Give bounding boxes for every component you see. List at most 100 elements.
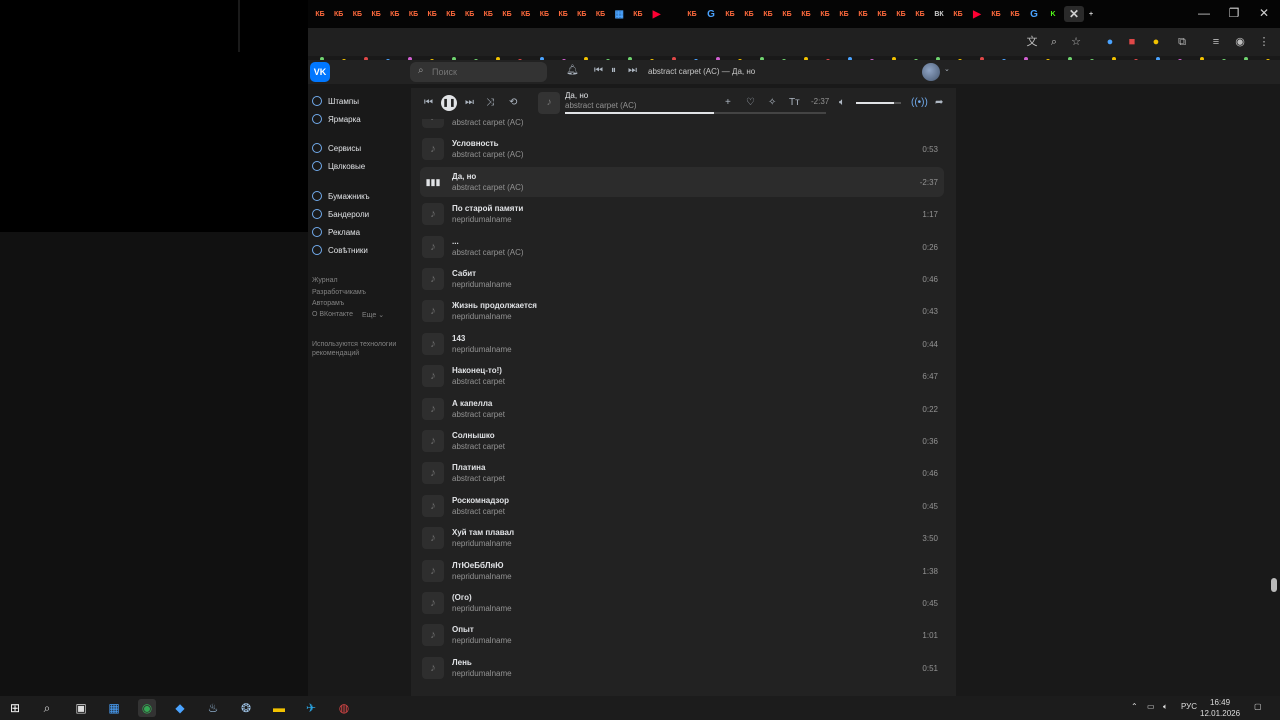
- extensions-puzzle-icon[interactable]: ⧉: [1174, 34, 1190, 50]
- browser-tab-favicon[interactable]: ВК: [931, 6, 947, 22]
- track-row[interactable]: ♪ Роскомнадзор abstract carpet 0:45: [420, 491, 944, 521]
- share-icon[interactable]: ➦: [935, 97, 943, 108]
- browser-tab-favicon[interactable]: G: [1026, 6, 1042, 22]
- track-row[interactable]: ♪... abstract carpet (AC) 0:26: [420, 232, 944, 262]
- track-artist[interactable]: nepridumalname: [452, 539, 512, 548]
- browser-tab-favicon[interactable]: КБ: [798, 6, 814, 22]
- volume-icon[interactable]: 🔈︎: [839, 97, 845, 108]
- scrollbar-thumb[interactable]: [1271, 578, 1277, 592]
- track-artist[interactable]: nepridumalname: [452, 215, 512, 224]
- task-view-icon[interactable]: ▣: [72, 699, 90, 717]
- track-row[interactable]: ♪ abstract carpet (AC): [420, 119, 944, 132]
- browser-tab-favicon[interactable]: КБ: [855, 6, 871, 22]
- track-artist[interactable]: abstract carpet: [452, 410, 505, 419]
- sidebar-item[interactable]: Ярмарка: [312, 111, 361, 127]
- search-input[interactable]: [432, 65, 542, 79]
- pause-icon[interactable]: ⏸: [611, 65, 616, 76]
- browser-tab-favicon[interactable]: КБ: [630, 6, 646, 22]
- new-tab-button[interactable]: +: [1083, 6, 1099, 22]
- player-track-artist[interactable]: abstract carpet (AC): [565, 101, 637, 110]
- next-track-icon[interactable]: ⏭: [628, 65, 637, 76]
- chevron-down-icon[interactable]: ⌄: [944, 65, 950, 73]
- track-row[interactable]: ♪ ЛтЮеБбЛяЮ nepridumalname 1:38: [420, 556, 944, 586]
- prev-track-icon[interactable]: ⏮: [594, 65, 603, 76]
- volume-icon[interactable]: 🔈︎: [1163, 702, 1168, 712]
- lyrics-icon[interactable]: Tт: [789, 97, 800, 108]
- track-row[interactable]: ♪ Солнышко abstract carpet 0:36: [420, 426, 944, 456]
- volume-slider[interactable]: [856, 102, 901, 104]
- music-note-icon[interactable]: ♪: [422, 494, 444, 517]
- steam-icon[interactable]: ♨: [204, 699, 222, 717]
- footer-link[interactable]: Разработчикамъ: [312, 289, 366, 296]
- browser-tab-favicon[interactable]: КБ: [684, 6, 700, 22]
- recommendations-note[interactable]: Используются технологии: [312, 341, 396, 348]
- sidebar-item[interactable]: Бандероли: [312, 206, 369, 222]
- recommendations-note[interactable]: рекомендаций: [312, 350, 359, 357]
- maximize-button[interactable]: ❐: [1224, 4, 1244, 22]
- chrome-icon[interactable]: ◉: [138, 699, 156, 717]
- track-artist[interactable]: abstract carpet (AC): [452, 119, 524, 127]
- close-window-button[interactable]: ✕: [1254, 4, 1274, 22]
- music-note-icon[interactable]: ♪: [422, 592, 444, 614]
- dislike-icon[interactable]: ♡: [746, 97, 755, 108]
- file-explorer-icon[interactable]: ▬: [270, 699, 288, 717]
- app-icon[interactable]: ❂: [237, 699, 255, 717]
- browser-tab-favicon[interactable]: КБ: [593, 6, 609, 22]
- browser-tab-favicon[interactable]: КБ: [741, 6, 757, 22]
- music-note-icon[interactable]: ♪: [422, 365, 444, 388]
- track-artist[interactable]: nepridumalname: [452, 604, 512, 613]
- track-row[interactable]: ♪ По старой памяти nepridumalname 1:17: [420, 199, 944, 229]
- browser-tab-favicon[interactable]: КБ: [443, 6, 459, 22]
- calculator-icon[interactable]: ▦: [105, 699, 123, 717]
- browser-tab-favicon[interactable]: ▶: [969, 6, 985, 22]
- track-artist[interactable]: abstract carpet: [452, 377, 505, 386]
- track-row[interactable]: ♪ Жизнь продолжается nepridumalname 0:43: [420, 296, 944, 326]
- windows-start-icon[interactable]: ⊞: [6, 699, 24, 717]
- minimize-button[interactable]: —: [1194, 4, 1214, 22]
- zoom-icon[interactable]: ⌕: [1046, 34, 1062, 50]
- browser-tab-favicon[interactable]: КБ: [518, 6, 534, 22]
- music-note-icon[interactable]: ♪: [422, 430, 444, 452]
- browser-tab-favicon[interactable]: КБ: [331, 6, 347, 22]
- music-note-icon[interactable]: ♪: [422, 656, 444, 679]
- browser-tab-favicon[interactable]: КБ: [349, 6, 365, 22]
- notifications-icon[interactable]: ▢: [1254, 702, 1262, 711]
- music-note-icon[interactable]: ♪: [422, 203, 444, 226]
- music-note-icon[interactable]: ♪: [422, 397, 444, 420]
- track-artist[interactable]: abstract carpet: [452, 474, 505, 483]
- search-icon[interactable]: ⌕: [38, 699, 56, 717]
- browser-tab-favicon[interactable]: КБ: [499, 6, 515, 22]
- browser-tab-favicon[interactable]: КБ: [536, 6, 552, 22]
- browser-tab-favicon[interactable]: КБ: [555, 6, 571, 22]
- browser-tab-favicon[interactable]: КБ: [988, 6, 1004, 22]
- music-note-icon[interactable]: ♪: [422, 138, 444, 161]
- browser-tab-favicon[interactable]: ▦: [611, 6, 627, 22]
- browser-tab-favicon[interactable]: КБ: [1007, 6, 1023, 22]
- profile-icon[interactable]: ◉: [1232, 34, 1248, 50]
- sidebar-item[interactable]: Сервисы: [312, 140, 361, 156]
- broadcast-icon[interactable]: ((•)): [911, 97, 928, 108]
- browser-tab-favicon[interactable]: КБ: [836, 6, 852, 22]
- sidebar-item[interactable]: Реклама: [312, 224, 360, 240]
- music-note-icon[interactable]: ♪: [422, 624, 444, 647]
- browser-tab-favicon[interactable]: КБ: [912, 6, 928, 22]
- track-row[interactable]: ♪ Лень nepridumalname 0:51: [420, 653, 944, 683]
- track-row[interactable]: ♪ 143 nepridumalname 0:44: [420, 329, 944, 359]
- track-artist[interactable]: abstract carpet (AC): [452, 150, 524, 159]
- bell-icon[interactable]: 🔔︎: [566, 65, 579, 76]
- track-artist[interactable]: nepridumalname: [452, 345, 512, 354]
- avatar[interactable]: [922, 63, 940, 81]
- track-artist[interactable]: abstract carpet: [452, 507, 505, 516]
- browser-tab-favicon[interactable]: КБ: [406, 6, 422, 22]
- app-icon[interactable]: ◆: [171, 699, 189, 717]
- close-tab-icon[interactable]: ✕: [1064, 6, 1084, 22]
- track-artist[interactable]: nepridumalname: [452, 669, 512, 678]
- music-note-icon[interactable]: ♪: [422, 332, 444, 355]
- browser-tab-favicon[interactable]: ▶: [649, 6, 665, 22]
- browser-tab-favicon[interactable]: K: [1045, 6, 1061, 22]
- track-row[interactable]: ▮▮▮ Да, но abstract carpet (AC) -2:37: [420, 166, 944, 197]
- browser-tab-favicon[interactable]: КБ: [368, 6, 384, 22]
- music-note-icon[interactable]: ♪: [422, 119, 444, 128]
- track-artist[interactable]: nepridumalname: [452, 312, 512, 321]
- music-note-icon[interactable]: ♪: [422, 559, 444, 582]
